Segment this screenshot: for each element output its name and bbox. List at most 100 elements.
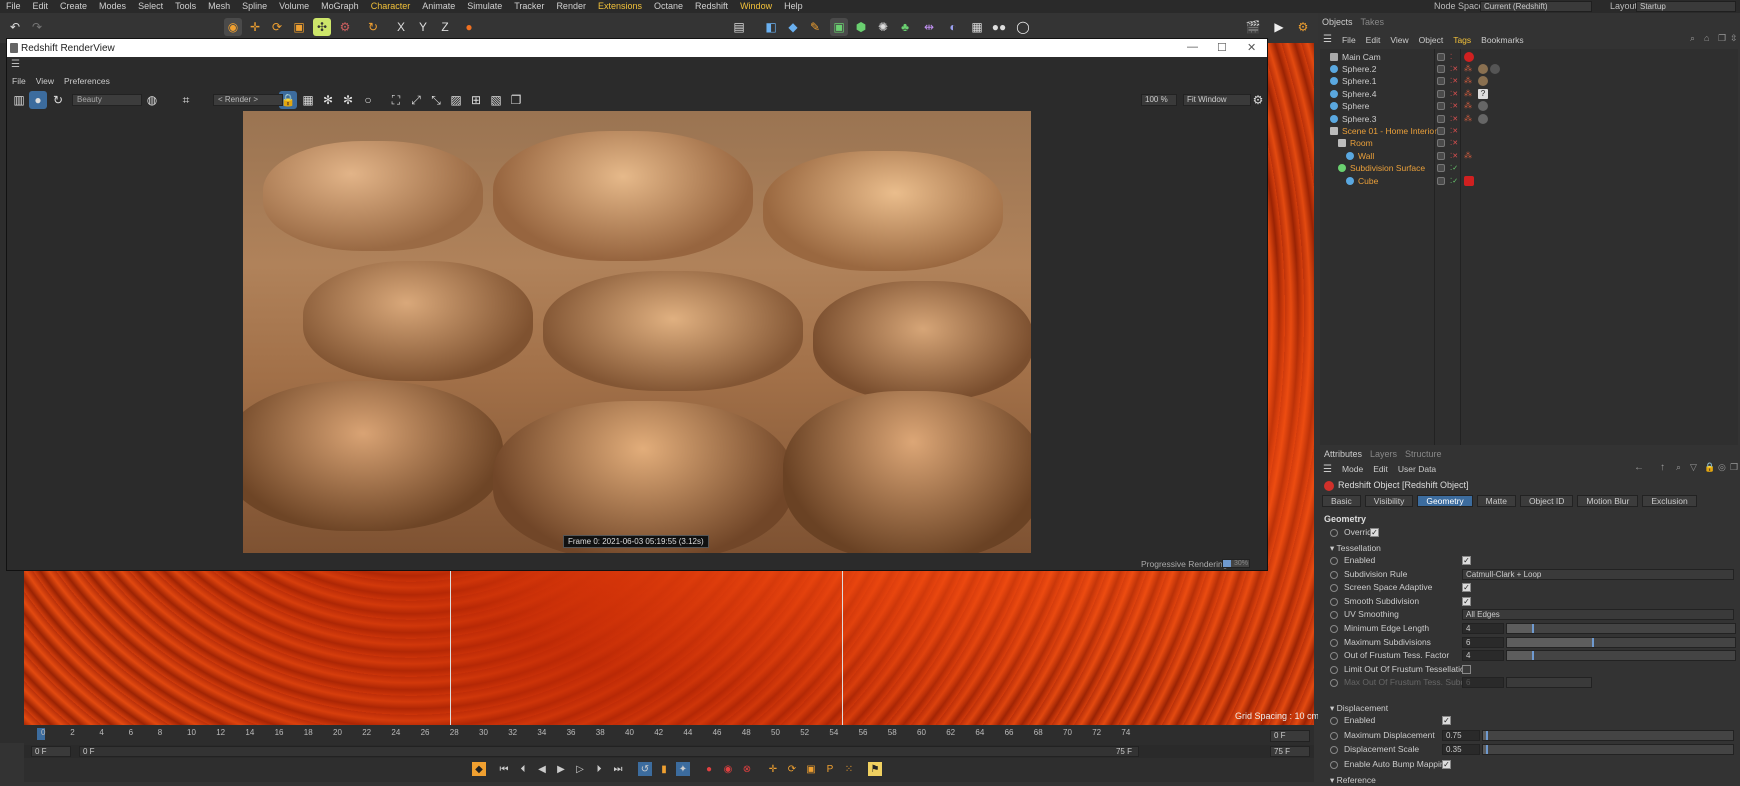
menu-volume[interactable]: Volume bbox=[273, 0, 315, 13]
attribute-number-field[interactable]: 0.35 bbox=[1442, 744, 1480, 755]
attribute-menu-icon[interactable]: ☰ bbox=[1318, 464, 1337, 475]
field-icon[interactable]: ◐ bbox=[944, 18, 962, 36]
object-menu-object[interactable]: Object bbox=[1414, 35, 1449, 45]
menu-help[interactable]: Help bbox=[778, 0, 809, 13]
object-row[interactable]: Sphere.1 ⁚✕ ⁂ bbox=[1320, 75, 1738, 88]
layer-visibility-icon[interactable] bbox=[1437, 164, 1445, 173]
menu-file[interactable]: File bbox=[0, 0, 27, 13]
tab-attributes[interactable]: Attributes bbox=[1320, 449, 1366, 461]
attribute-checkbox[interactable]: ✓ bbox=[1462, 583, 1471, 593]
displacement-group-header[interactable]: ▾ Displacement bbox=[1330, 703, 1388, 714]
redshift-tag-icon[interactable]: ⁂ bbox=[1464, 89, 1474, 99]
crop-icon[interactable]: ⌗ bbox=[177, 91, 195, 109]
save-image-icon[interactable]: ▧ bbox=[487, 91, 505, 109]
tab-visibility[interactable]: Visibility bbox=[1364, 495, 1414, 507]
renderview-menu-file[interactable]: File bbox=[7, 75, 31, 87]
object-row[interactable]: Main Cam ⁚ bbox=[1320, 50, 1738, 63]
selection-tool-icon[interactable]: ◉ bbox=[224, 18, 242, 36]
object-row[interactable]: Sphere ⁚✕ ⁂ bbox=[1320, 100, 1738, 113]
world-axis-icon[interactable]: ● bbox=[460, 18, 478, 36]
layer-visibility-icon[interactable] bbox=[1437, 102, 1445, 111]
keyframe-mode-icon[interactable]: ▮ bbox=[657, 762, 671, 776]
animate-dot-icon[interactable] bbox=[1330, 638, 1338, 647]
pen-tool-icon[interactable]: ✎ bbox=[806, 18, 824, 36]
layer-visibility-icon[interactable] bbox=[1437, 176, 1445, 185]
attribute-slider[interactable] bbox=[1506, 650, 1736, 662]
layer-visibility-icon[interactable] bbox=[1437, 139, 1445, 148]
menu-window[interactable]: Window bbox=[734, 0, 778, 13]
object-menu-file[interactable]: File bbox=[1337, 35, 1361, 45]
circle-icon[interactable]: ○ bbox=[359, 91, 377, 109]
prev-frame-icon[interactable]: ◀ bbox=[535, 762, 549, 776]
visibility-flags-icon[interactable]: ⁚✕ bbox=[1450, 139, 1458, 147]
search-icon[interactable]: ⌕ bbox=[1676, 462, 1681, 473]
tab-matte[interactable]: Matte bbox=[1476, 495, 1516, 507]
render-region-icon[interactable]: ▤ bbox=[730, 18, 748, 36]
visibility-flags-icon[interactable]: ⁚✕ bbox=[1450, 65, 1458, 73]
next-key-icon[interactable]: ⏵ bbox=[592, 762, 606, 776]
attribute-slider[interactable] bbox=[1506, 636, 1736, 648]
layer-visibility-icon[interactable] bbox=[1437, 151, 1445, 160]
attribute-checkbox[interactable]: ✓ bbox=[1442, 716, 1451, 725]
minimize-icon[interactable]: — bbox=[1187, 41, 1198, 53]
tab-objects[interactable]: Objects bbox=[1318, 17, 1357, 29]
redshift-tag-icon[interactable]: ⁂ bbox=[1464, 101, 1474, 111]
tab-motion-blur[interactable]: Motion Blur bbox=[1577, 495, 1639, 507]
back-arrow-icon[interactable]: ← bbox=[1634, 462, 1644, 473]
render-start-icon[interactable]: ● bbox=[29, 91, 47, 109]
mograph-icon[interactable]: ♣ bbox=[896, 18, 914, 36]
play-icon[interactable]: ▶ bbox=[554, 762, 568, 776]
tab-layers[interactable]: Layers bbox=[1366, 449, 1401, 461]
menu-mograph[interactable]: MoGraph bbox=[315, 0, 365, 13]
spline-pen-icon[interactable]: ◧ bbox=[762, 18, 780, 36]
object-menu-edit[interactable]: Edit bbox=[1361, 35, 1386, 45]
record-icon[interactable]: ● bbox=[702, 762, 716, 776]
object-menu-tags[interactable]: Tags bbox=[1448, 35, 1476, 45]
attribute-select[interactable]: All Edges bbox=[1462, 609, 1734, 621]
material-tag-icon[interactable] bbox=[1490, 63, 1500, 74]
visibility-flags-icon[interactable]: ⁚✕ bbox=[1450, 152, 1458, 160]
tab-basic[interactable]: Basic bbox=[1322, 495, 1361, 507]
animate-dot-icon[interactable] bbox=[1330, 731, 1338, 740]
current-frame-field[interactable]: 0 F bbox=[1270, 730, 1310, 742]
renderview-menu-preferences[interactable]: Preferences bbox=[59, 75, 115, 87]
menu-mesh[interactable]: Mesh bbox=[202, 0, 236, 13]
extrude-tool-icon[interactable]: ⬢ bbox=[852, 18, 870, 36]
floor-icon[interactable]: ▦ bbox=[968, 18, 986, 36]
menu-tracker[interactable]: Tracker bbox=[508, 0, 550, 13]
new-window-icon[interactable]: ❐ bbox=[1730, 462, 1738, 473]
cube-primitive-icon[interactable]: ◆ bbox=[784, 18, 802, 36]
animate-dot-icon[interactable] bbox=[1330, 611, 1338, 620]
animate-dot-icon[interactable] bbox=[1330, 597, 1338, 606]
material-tag-icon[interactable]: ? bbox=[1478, 88, 1488, 99]
auto-key-icon[interactable]: ◉ bbox=[721, 762, 735, 776]
visibility-flags-icon[interactable]: ⁚✕ bbox=[1450, 90, 1458, 98]
z-axis-lock-icon[interactable]: Z bbox=[436, 18, 454, 36]
animate-dot-icon[interactable] bbox=[1330, 760, 1338, 769]
key-param-icon[interactable]: P bbox=[823, 762, 837, 776]
render-settings-icon[interactable]: ⚙ bbox=[1294, 18, 1312, 36]
start-frame-field[interactable]: 0 F bbox=[31, 746, 71, 757]
tab-takes[interactable]: Takes bbox=[1357, 17, 1389, 29]
record-keys-icon[interactable]: ◆ bbox=[472, 762, 486, 776]
zoom-field[interactable]: 100 % bbox=[1141, 94, 1177, 106]
tab-structure[interactable]: Structure bbox=[1401, 449, 1446, 461]
visibility-flags-icon[interactable]: ⁚✓ bbox=[1450, 164, 1458, 172]
redshift-tag-icon[interactable]: ⁂ bbox=[1464, 114, 1474, 124]
render-view-icon[interactable]: 🎬 bbox=[1244, 18, 1262, 36]
redshift-tag-icon[interactable]: ⁂ bbox=[1464, 76, 1474, 86]
animate-dot-icon[interactable] bbox=[1330, 584, 1338, 593]
key-scale-icon[interactable]: ▣ bbox=[804, 762, 818, 776]
undo-icon[interactable]: ↶ bbox=[6, 18, 24, 36]
home-icon[interactable]: ⌂ bbox=[1704, 33, 1709, 43]
menu-octane[interactable]: Octane bbox=[648, 0, 689, 13]
object-menu-bookmarks[interactable]: Bookmarks bbox=[1476, 35, 1529, 45]
material-tag-icon[interactable] bbox=[1478, 113, 1488, 124]
attribute-slider[interactable] bbox=[1482, 729, 1734, 741]
menu-tools[interactable]: Tools bbox=[169, 0, 202, 13]
object-row[interactable]: Cube⁚✓⁂ bbox=[1320, 174, 1738, 187]
attribute-number-field[interactable]: 4 bbox=[1462, 650, 1504, 662]
pin-icon[interactable]: ⇳ bbox=[1730, 33, 1738, 44]
menu-simulate[interactable]: Simulate bbox=[461, 0, 508, 13]
attribute-select[interactable]: Catmull-Clark + Loop bbox=[1462, 568, 1734, 580]
